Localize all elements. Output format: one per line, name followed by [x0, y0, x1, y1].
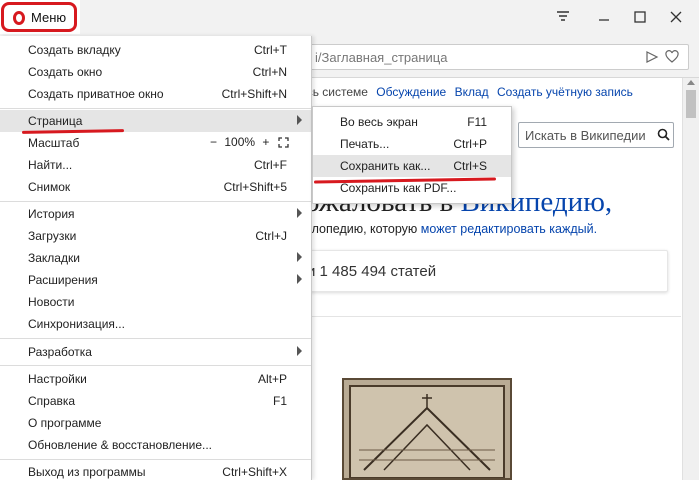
scroll-up-icon[interactable] — [687, 80, 695, 85]
wiki-contributions-link[interactable]: Вклад — [455, 85, 489, 99]
subtitle-edit-link[interactable]: может редактировать каждый. — [421, 222, 597, 236]
fullscreen-icon[interactable] — [278, 137, 289, 151]
menu-item-page[interactable]: Страница — [0, 110, 311, 132]
submenu-item-print[interactable]: Печать... Ctrl+P — [313, 133, 511, 155]
send-icon[interactable] — [645, 50, 659, 64]
submenu-item-save-as[interactable]: Сохранить как... Ctrl+S — [313, 155, 511, 177]
submenu-arrow-icon — [297, 274, 302, 284]
menu-item-update-recovery[interactable]: Обновление & восстановление... — [0, 434, 311, 456]
page-submenu: Во весь экран F11 Печать... Ctrl+P Сохра… — [312, 106, 512, 204]
menu-item-find[interactable]: Найти... Ctrl+F — [0, 154, 311, 176]
maximize-icon[interactable] — [629, 8, 651, 28]
wiki-stats-box: и 1 485 494 статей — [296, 250, 668, 292]
menu-item-downloads[interactable]: Загрузки Ctrl+J — [0, 225, 311, 247]
zoom-value: 100% — [224, 135, 256, 149]
wiki-search-input[interactable]: Искать в Википедии — [518, 122, 674, 148]
menu-item-new-tab[interactable]: Создать вкладку Ctrl+T — [0, 39, 311, 61]
opera-menu-button[interactable]: Меню — [0, 0, 80, 34]
menu-item-developer[interactable]: Разработка — [0, 341, 311, 363]
menu-separator — [0, 201, 311, 202]
menu-item-sync[interactable]: Синхронизация... — [0, 313, 311, 335]
menu-item-extensions[interactable]: Расширения — [0, 269, 311, 291]
featured-image[interactable] — [342, 378, 512, 480]
menu-item-help[interactable]: Справка F1 — [0, 390, 311, 412]
menu-item-history[interactable]: История — [0, 203, 311, 225]
wiki-personal-links: ись системе Обсуждение Вклад Создать учё… — [300, 85, 638, 99]
zoom-out-button[interactable]: − — [210, 135, 217, 149]
menu-item-settings[interactable]: Настройки Alt+P — [0, 368, 311, 390]
subtitle-prefix: клопедию, — [306, 222, 371, 236]
menu-item-new-window[interactable]: Создать окно Ctrl+N — [0, 61, 311, 83]
zoom-control: − 100% + — [210, 135, 269, 149]
menu-item-bookmarks[interactable]: Закладки — [0, 247, 311, 269]
address-text[interactable]: i/Заглавная_страница — [315, 50, 447, 65]
wiki-search-placeholder: Искать в Википедии — [525, 128, 646, 143]
menu-item-private-window[interactable]: Создать приватное окно Ctrl+Shift+N — [0, 83, 311, 105]
wiki-create-account-link[interactable]: Создать учётную запись — [497, 85, 633, 99]
menu-button-annotation — [1, 2, 77, 32]
menu-separator — [0, 338, 311, 339]
main-menu: Создать вкладку Ctrl+T Создать окно Ctrl… — [0, 36, 312, 480]
zoom-in-button[interactable]: + — [262, 135, 269, 149]
submenu-arrow-icon — [297, 208, 302, 218]
submenu-arrow-icon — [297, 252, 302, 262]
menu-item-snapshot[interactable]: Снимок Ctrl+Shift+5 — [0, 176, 311, 198]
menu-item-news[interactable]: Новости — [0, 291, 311, 313]
minimize-icon[interactable] — [593, 8, 615, 28]
wiki-divider — [296, 316, 681, 317]
heart-icon[interactable] — [665, 50, 679, 64]
wiki-stats-text: и 1 485 494 статей — [307, 263, 437, 280]
title-bar — [0, 0, 699, 36]
menu-separator — [0, 108, 311, 109]
menu-item-about[interactable]: О программе — [0, 412, 311, 434]
search-icon[interactable] — [657, 128, 670, 144]
close-icon[interactable] — [665, 8, 687, 28]
menu-separator — [0, 459, 311, 460]
submenu-arrow-icon — [297, 115, 302, 125]
menu-separator — [0, 365, 311, 366]
address-bar[interactable]: i/Заглавная_страница — [304, 44, 689, 70]
wiki-subtitle: клопедию, которую может редактировать ка… — [306, 222, 597, 236]
scroll-thumb[interactable] — [686, 90, 696, 118]
easy-setup-icon[interactable] — [552, 8, 574, 28]
menu-item-zoom: Масштаб − 100% + — [0, 132, 311, 154]
subtitle-which: которую — [370, 222, 418, 236]
wiki-talk-link[interactable]: Обсуждение — [376, 85, 446, 99]
submenu-arrow-icon — [297, 346, 302, 356]
submenu-item-fullscreen[interactable]: Во весь экран F11 — [313, 111, 511, 133]
page-scrollbar[interactable] — [682, 78, 699, 480]
menu-item-exit[interactable]: Выход из программы Ctrl+Shift+X — [0, 461, 311, 480]
